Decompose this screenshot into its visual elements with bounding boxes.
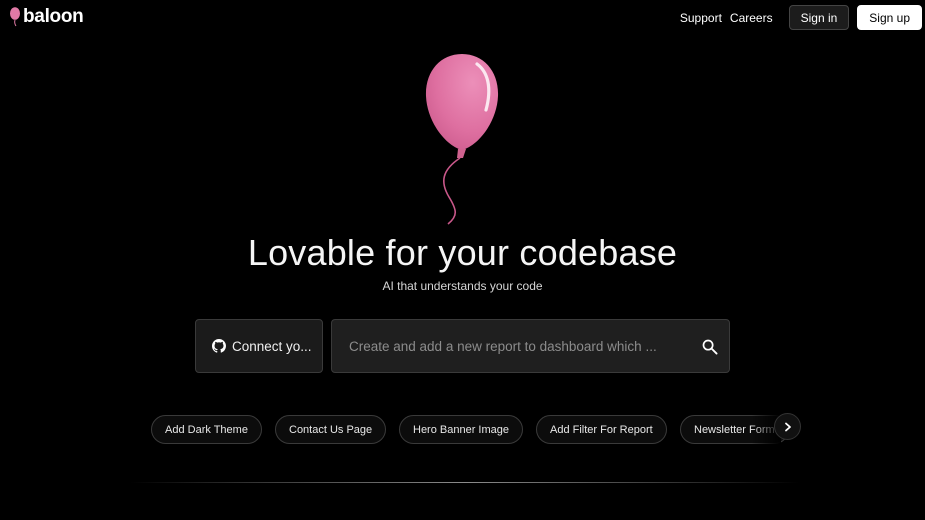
github-icon	[212, 339, 226, 353]
sign-up-button[interactable]: Sign up	[857, 5, 922, 30]
suggestion-chips: Add Dark Theme Contact Us Page Hero Bann…	[151, 415, 802, 445]
balloon-icon	[10, 7, 20, 27]
nav-support-link[interactable]: Support	[680, 11, 722, 25]
nav-careers-link[interactable]: Careers	[730, 11, 773, 25]
connect-repo-button[interactable]: Connect yo...	[195, 319, 323, 373]
search-icon[interactable]	[701, 338, 718, 355]
hero-subline: AI that understands your code	[382, 279, 543, 293]
top-nav: Support Careers Sign in Sign up	[680, 5, 922, 30]
balloon-illustration	[425, 54, 499, 225]
sign-in-button[interactable]: Sign in	[788, 5, 850, 30]
suggestion-chip[interactable]: Contact Us Page	[275, 415, 387, 444]
suggestion-chip[interactable]: Add Dark Theme	[151, 415, 262, 444]
hero-headline: Lovable for your codebase	[247, 232, 678, 273]
brand-logo[interactable]: baloon	[9, 6, 84, 28]
suggestion-chip[interactable]: Hero Banner Image	[399, 415, 523, 444]
suggestion-chip[interactable]: Add Filter For Report	[536, 415, 667, 444]
prompt-input[interactable]	[332, 320, 682, 372]
chevron-right-icon	[784, 422, 791, 431]
brand-name: baloon	[23, 6, 84, 27]
prompt-box	[331, 319, 730, 373]
landing-page: baloon Support Careers Sign in Sign up L…	[0, 0, 925, 520]
section-divider	[130, 482, 800, 483]
connect-repo-label: Connect yo...	[232, 338, 312, 354]
suggestions-next-button[interactable]	[774, 413, 801, 440]
